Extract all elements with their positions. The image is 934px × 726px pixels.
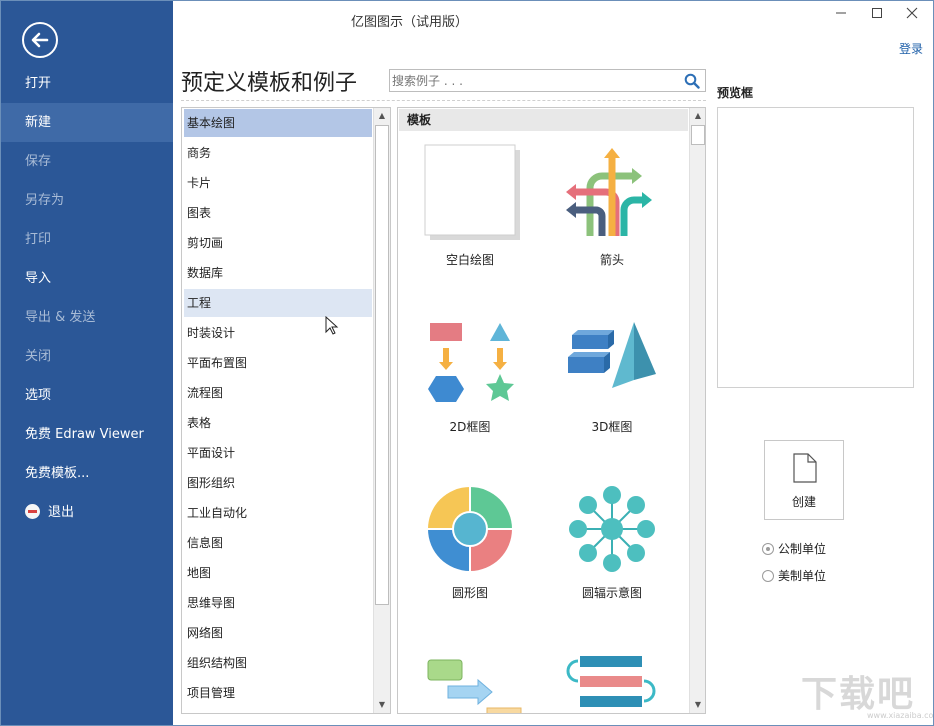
category-item[interactable]: 表格: [184, 409, 372, 437]
blank-page-icon: [424, 144, 520, 240]
2d-block-icon: [428, 323, 514, 402]
scroll-down-icon[interactable]: ▼: [690, 697, 705, 713]
circle-diagram-icon: [428, 487, 512, 571]
radio-us-label: 美制单位: [778, 569, 827, 583]
category-item[interactable]: 信息图: [184, 529, 372, 557]
scroll-up-icon[interactable]: ▲: [690, 108, 705, 124]
scroll-down-icon[interactable]: ▼: [374, 697, 390, 713]
sidebar-item-open[interactable]: 打开: [1, 64, 173, 103]
spoke-diagram-icon: [569, 486, 655, 572]
search-box: [389, 69, 706, 92]
category-item[interactable]: 平面布置图: [184, 349, 372, 377]
category-item[interactable]: 思维导图: [184, 589, 372, 617]
sidebar-item-print[interactable]: 打印: [1, 220, 173, 259]
category-item[interactable]: 地图: [184, 559, 372, 587]
sidebar-item-import[interactable]: 导入: [1, 259, 173, 298]
template-3d-block[interactable]: 3D框图: [542, 318, 682, 438]
template-circle[interactable]: 圆形图: [400, 484, 540, 604]
scroll-up-icon[interactable]: ▲: [374, 108, 390, 124]
sidebar: 打开 新建 保存 另存为 打印 导入 导出 & 发送 关闭 选项 免费 Edra…: [1, 1, 173, 725]
minimize-icon: [836, 12, 846, 14]
exit-icon: [25, 504, 40, 519]
template-scrollbar[interactable]: ▲ ▼: [689, 108, 705, 713]
category-scrollbar[interactable]: ▲ ▼: [373, 108, 390, 713]
create-button[interactable]: 创建: [764, 440, 844, 520]
document-icon: [793, 453, 817, 483]
3d-block-icon: [568, 322, 656, 388]
category-item[interactable]: 流程图: [184, 379, 372, 407]
sidebar-item-export-send[interactable]: 导出 & 发送: [1, 298, 173, 337]
category-item[interactable]: 网络图: [184, 619, 372, 647]
category-item[interactable]: 卡片: [184, 169, 372, 197]
sidebar-item-free-viewer[interactable]: 免费 Edraw Viewer: [1, 415, 173, 454]
template-label: 空白绘图: [445, 253, 494, 267]
category-item[interactable]: 基本绘图: [184, 109, 372, 137]
category-list: 基本绘图 商务 卡片 图表 剪切画 数据库 工程 时装设计 平面布置图 流程图 …: [181, 107, 391, 714]
search-icon[interactable]: [684, 73, 700, 89]
category-item[interactable]: 数据库: [184, 259, 372, 287]
maximize-button[interactable]: [865, 5, 889, 25]
flowchart-icon: [427, 659, 522, 713]
sidebar-item-save-as[interactable]: 另存为: [1, 181, 173, 220]
template-label: 3D框图: [591, 420, 633, 434]
category-item[interactable]: 图形组织: [184, 469, 372, 497]
arrows-icon: [566, 148, 652, 236]
preview-label: 预览框: [717, 86, 754, 100]
close-window-button[interactable]: [900, 5, 924, 25]
watermark-url: www.xiazaiba.com: [867, 711, 934, 720]
maximize-icon: [872, 8, 882, 18]
category-item[interactable]: 剪切画: [184, 229, 372, 257]
template-flowchart[interactable]: [400, 650, 540, 713]
radio-us[interactable]: 美制单位: [762, 567, 826, 584]
category-item[interactable]: 商务: [184, 139, 372, 167]
mouse-cursor-icon: [325, 316, 339, 335]
template-label: 圆辐示意图: [581, 586, 642, 600]
radio-dot-icon: [762, 543, 774, 555]
template-process[interactable]: [542, 650, 682, 713]
template-header: 模板: [399, 109, 688, 131]
template-label: 2D框图: [449, 420, 491, 434]
category-item[interactable]: 时装设计: [184, 319, 372, 347]
sidebar-item-exit[interactable]: 退出: [1, 493, 173, 532]
scroll-thumb[interactable]: [691, 125, 705, 145]
category-item[interactable]: 项目管理: [184, 679, 372, 707]
close-icon: [906, 7, 918, 19]
window-title: 亿图图示（试用版）: [351, 15, 469, 30]
sidebar-item-close[interactable]: 关闭: [1, 337, 173, 376]
category-item[interactable]: 工程: [184, 289, 372, 317]
title-divider: [181, 100, 706, 101]
scroll-thumb[interactable]: [375, 125, 389, 605]
template-label: 圆形图: [451, 586, 488, 600]
sidebar-item-save[interactable]: 保存: [1, 142, 173, 181]
template-panel: 模板 空白绘图 箭头 2D框图 3D框图 圆形图 圆辐示意图 ▲ ▼: [397, 107, 706, 714]
radio-metric[interactable]: 公制单位: [762, 540, 826, 557]
app-window: 打开 新建 保存 另存为 打印 导入 导出 & 发送 关闭 选项 免费 Edra…: [0, 0, 934, 726]
login-link[interactable]: 登录: [899, 40, 923, 57]
category-item[interactable]: 图表: [184, 199, 372, 227]
sidebar-item-free-templates[interactable]: 免费模板...: [1, 454, 173, 493]
preview-box: [717, 107, 914, 388]
create-label: 创建: [791, 495, 816, 509]
category-item[interactable]: 平面设计: [184, 439, 372, 467]
search-input[interactable]: [392, 72, 677, 89]
sidebar-item-new[interactable]: 新建: [1, 103, 173, 142]
template-arrows[interactable]: 箭头: [542, 142, 682, 272]
template-label: 箭头: [599, 253, 624, 267]
exit-label: 退出: [48, 505, 75, 520]
radio-metric-label: 公制单位: [778, 542, 827, 556]
template-blank[interactable]: 空白绘图: [400, 142, 540, 272]
template-spoke[interactable]: 圆辐示意图: [542, 484, 682, 604]
back-button[interactable]: [22, 22, 58, 58]
back-arrow-icon: [31, 32, 49, 48]
category-item[interactable]: 工业自动化: [184, 499, 372, 527]
process-list-icon: [566, 656, 656, 707]
page-title: 预定义模板和例子: [181, 71, 358, 96]
sidebar-item-options[interactable]: 选项: [1, 376, 173, 415]
watermark: 下载吧: [801, 674, 916, 715]
minimize-button[interactable]: [829, 5, 853, 25]
category-item[interactable]: 组织结构图: [184, 649, 372, 677]
template-2d-block[interactable]: 2D框图: [400, 318, 540, 438]
radio-dot-icon: [762, 570, 774, 582]
